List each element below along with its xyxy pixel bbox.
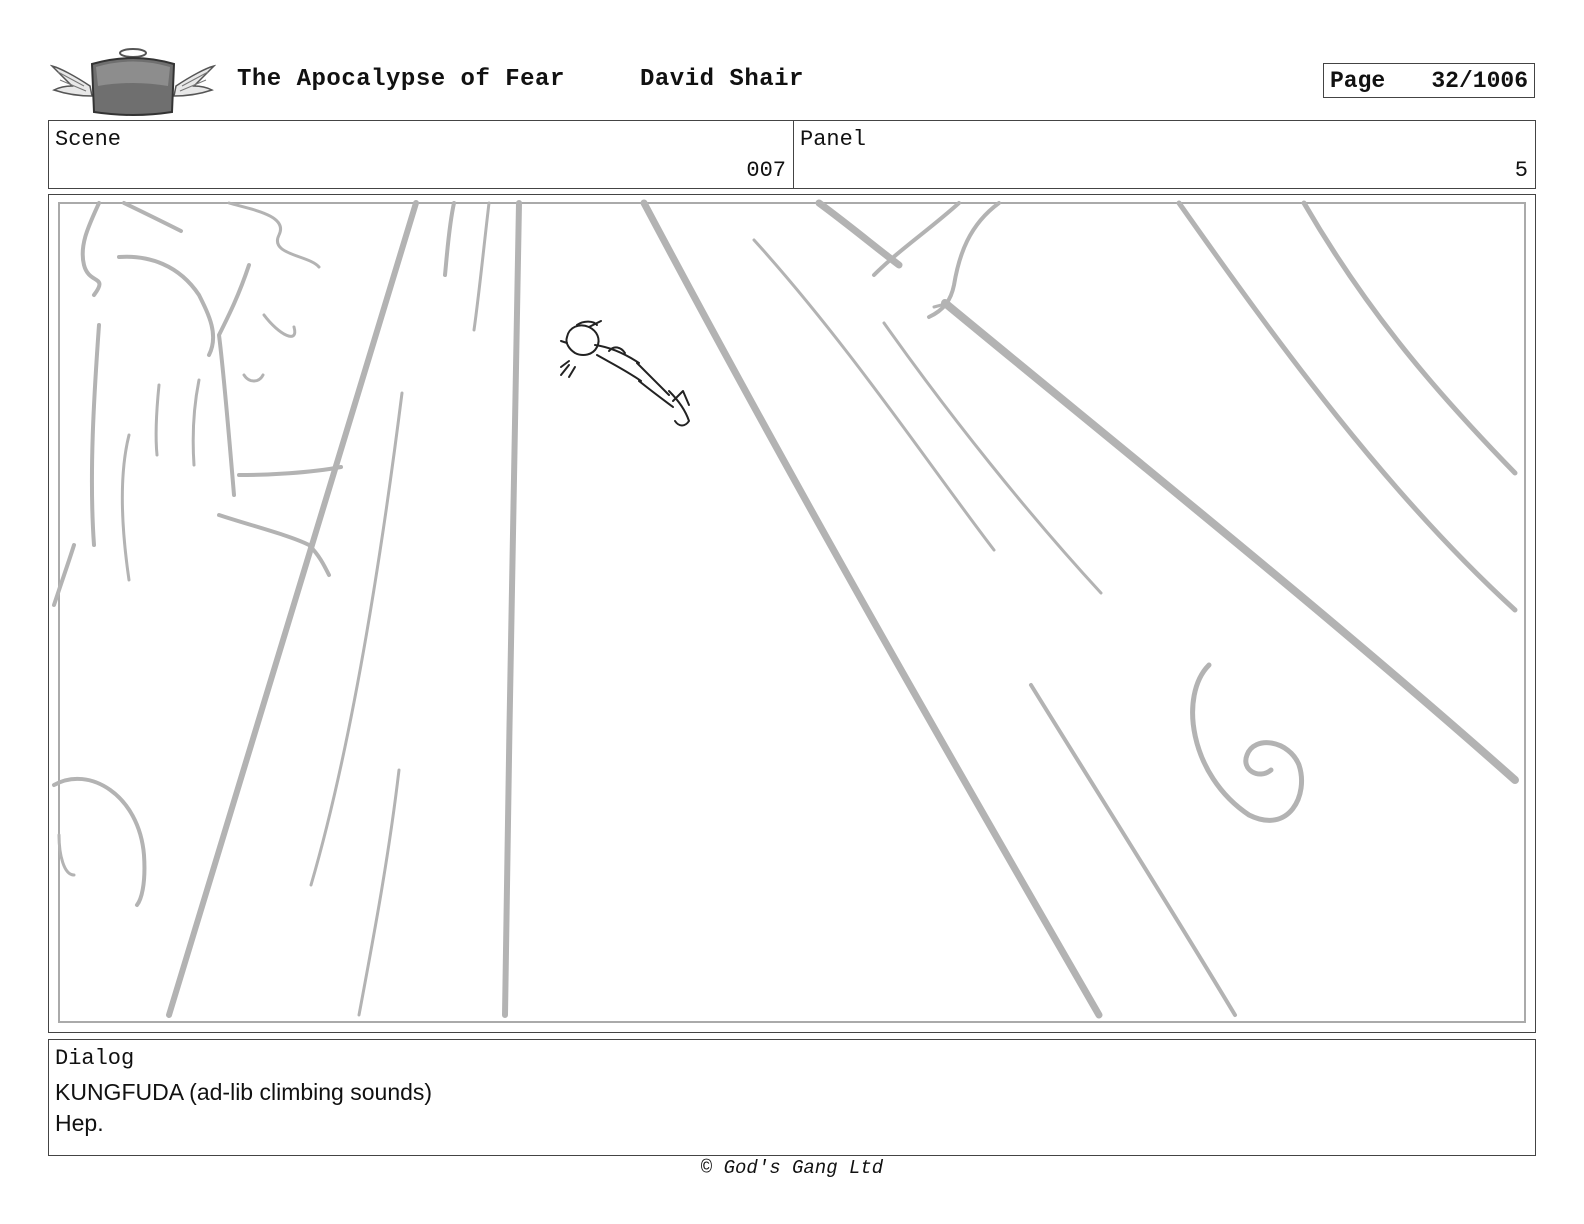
page-indicator: Page 32/1006 [1323, 63, 1535, 98]
kungfuda-character [560, 320, 690, 427]
dialog-box: Dialog KUNGFUDA (ad-lib climbing sounds)… [48, 1039, 1536, 1156]
gods-gang-logo [49, 46, 217, 116]
author-name: David Shair [640, 66, 804, 93]
page-number: 32/1006 [1431, 68, 1528, 94]
dialog-label: Dialog [55, 1046, 135, 1071]
page-label: Page [1330, 68, 1386, 94]
scene-number: 007 [746, 158, 786, 183]
scene-label: Scene [55, 127, 122, 152]
panel-label: Panel [800, 127, 867, 152]
copyright-footer: © God's Gang Ltd [700, 1157, 884, 1179]
panel-number: 5 [1514, 158, 1528, 183]
panel-cell: Panel 5 [794, 121, 1535, 188]
dialog-line: Hep. [55, 1110, 104, 1136]
storyboard-frame [48, 194, 1536, 1033]
scene-panel-row: Scene 007 Panel 5 [48, 120, 1536, 189]
project-title: The Apocalypse of Fear [237, 66, 565, 93]
dialog-line: KUNGFUDA (ad-lib climbing sounds) [55, 1079, 433, 1105]
storyboard-sketch [52, 199, 1526, 1023]
scene-cell: Scene 007 [49, 121, 794, 188]
